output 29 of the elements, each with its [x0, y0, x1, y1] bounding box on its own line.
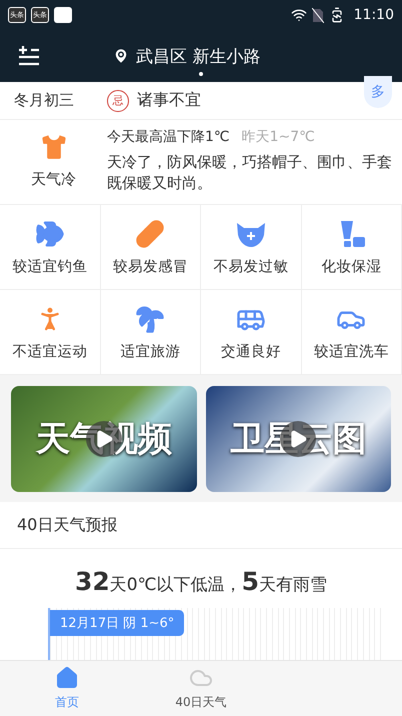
avoid-badge: 忌 — [107, 90, 129, 112]
avoid-text: 诸事不宜 — [137, 90, 201, 111]
life-index-item[interactable]: 不易发过敏 — [201, 205, 302, 290]
life-index-item[interactable]: 交通良好 — [201, 290, 302, 375]
dressing-label: 天气冷 — [31, 170, 76, 189]
life-index-item[interactable]: 适宜旅游 — [100, 290, 201, 375]
forecast-summary: 32天0℃以下低温，5天有雨雪 — [74, 566, 328, 598]
location-title[interactable]: 武昌区 新生小路 — [136, 44, 260, 68]
capsule-icon — [135, 218, 166, 248]
nav-tab[interactable]: 40日天气 — [134, 661, 268, 716]
notification-icon — [54, 7, 72, 23]
clock-time: 11:10 — [354, 7, 394, 23]
fish-icon — [34, 218, 65, 248]
lunar-date: 冬月初三 — [14, 91, 75, 110]
life-index-item[interactable]: 较易发感冒 — [100, 205, 201, 290]
life-index-item[interactable]: 不适宜运动 — [0, 290, 100, 375]
dressing-advice: 天冷了，防风保暖，巧搭帽子、围巾、手套既保暖又时尚。 — [107, 152, 392, 194]
no-sim-icon — [312, 8, 324, 22]
date-tooltip: 12月17日 阴 1~6° — [50, 610, 184, 636]
yesterday-temperature: 昨天1~7℃ — [242, 128, 315, 146]
wifi-icon — [290, 7, 307, 23]
menu-icon[interactable] — [18, 46, 40, 66]
life-index-item[interactable]: 较适宜洗车 — [302, 290, 402, 375]
temperature-headline: 今天最高温下降1℃ — [107, 128, 230, 146]
life-index-item[interactable]: 较适宜钓鱼 — [0, 205, 100, 290]
life-index-item[interactable]: 化妆保湿 — [302, 205, 402, 290]
palm-tree-icon — [135, 304, 166, 334]
home-icon — [55, 666, 79, 690]
section-title: 40日天气预报 — [0, 502, 402, 549]
